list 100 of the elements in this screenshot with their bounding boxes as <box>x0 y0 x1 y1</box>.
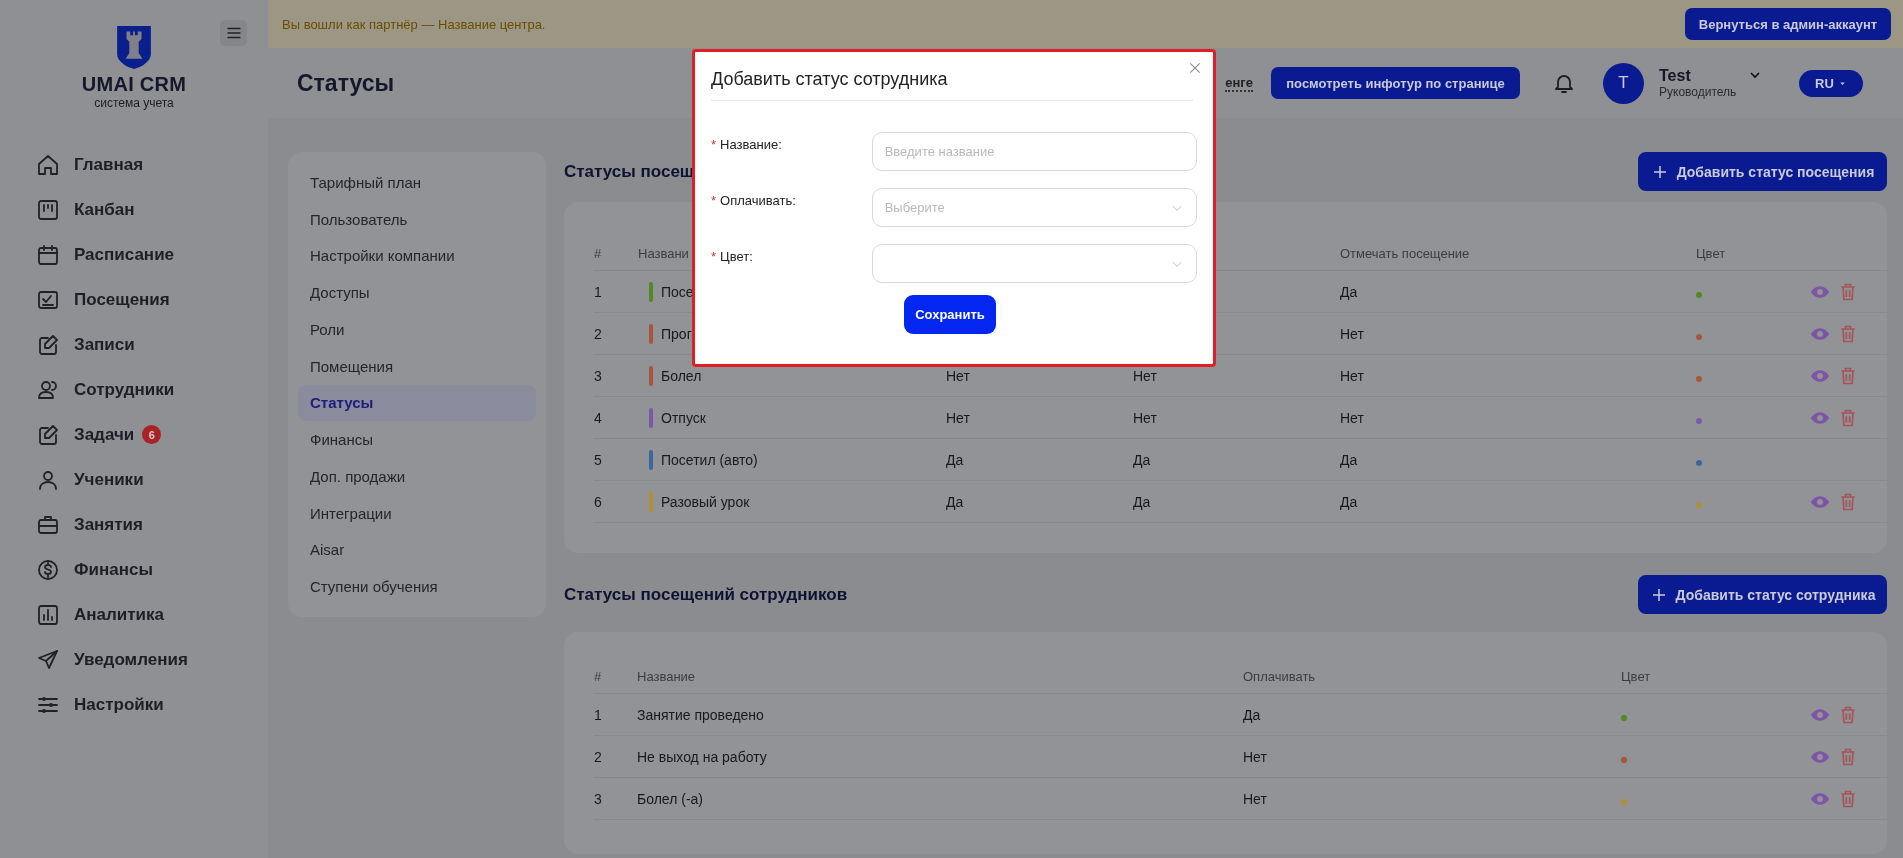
section-title: Статусы посещений сотрудников <box>564 584 848 605</box>
count-badge: 6 <box>142 425 162 444</box>
column-header: # <box>594 245 602 261</box>
field-label: Название: <box>720 137 782 152</box>
column-header: Названи <box>638 245 689 261</box>
settings-menu-item[interactable]: Тарифный план <box>298 164 536 201</box>
nav-item[interactable]: Задачи 6 <box>36 412 268 457</box>
menu-toggle-button[interactable] <box>220 20 247 46</box>
table-cell: Да <box>946 493 964 510</box>
language-button[interactable]: RU <box>1799 69 1863 97</box>
table-cell: 4 <box>594 409 602 426</box>
table-cell: 2 <box>594 325 602 342</box>
column-header: Цвет <box>1621 668 1651 684</box>
table-cell: Посе <box>661 283 694 300</box>
settings-menu-item[interactable]: Пользователь <box>298 200 536 238</box>
select-field[interactable] <box>871 244 1197 283</box>
nav-label: Задачи <box>74 424 135 445</box>
column-header: Оплачивать <box>1243 668 1316 684</box>
nav-label: Расписание <box>74 244 175 265</box>
logo-title: UMAI CRM <box>81 73 187 96</box>
nav-item[interactable]: Уведомления <box>36 637 268 682</box>
table-cell: Нет <box>946 367 970 384</box>
table-cell: Болел <box>661 367 702 384</box>
table-cell: 5 <box>594 451 602 468</box>
column-header: Отмечать посещение <box>1340 245 1470 261</box>
currency-link[interactable]: енге <box>1225 74 1253 92</box>
return-button[interactable]: Вернуться в админ-аккаунт <box>1685 8 1891 40</box>
settings-menu-item[interactable]: Роли <box>298 311 536 348</box>
add-status-button[interactable]: Добавить статус посещения <box>1638 152 1887 191</box>
table-cell: Нет <box>1133 367 1157 384</box>
table-cell: Да <box>1340 451 1358 468</box>
edit-icon <box>36 422 60 447</box>
nav-label: Сотрудники <box>74 379 175 400</box>
logo-icon <box>114 24 154 69</box>
nav-label: Записи <box>74 334 135 355</box>
nav-item[interactable]: Посещения <box>36 277 268 322</box>
nav-label: Канбан <box>74 199 135 220</box>
send-icon <box>36 647 60 672</box>
home-icon <box>36 152 60 177</box>
nav-item[interactable]: Аналитика <box>36 592 268 637</box>
nav-label: Главная <box>74 154 144 175</box>
table-cell: Отпуск <box>661 409 706 426</box>
user-role: Руководитель <box>1659 85 1738 99</box>
nav-item[interactable]: Канбан <box>36 187 268 232</box>
nav-item[interactable]: Главная <box>36 142 268 187</box>
settings-menu-item[interactable]: Доступы <box>298 274 536 311</box>
add-status-button[interactable]: Добавить статус сотрудника <box>1638 575 1887 614</box>
nav-item[interactable]: Сотрудники <box>36 367 268 412</box>
column-header: Цвет <box>1696 245 1726 261</box>
banner-text: Вы вошли как партнёр — Название центра. <box>282 16 546 32</box>
table-cell: Да <box>1340 493 1358 510</box>
nav-item[interactable]: Финансы <box>36 547 268 592</box>
nav-item[interactable]: Занятия <box>36 502 268 547</box>
nav-label: Аналитика <box>74 604 164 625</box>
tour-button[interactable]: посмотреть инфотур по странице <box>1271 67 1520 99</box>
table-cell: Нет <box>946 409 970 426</box>
table-cell: Да <box>1133 493 1151 510</box>
settings-menu-item[interactable]: Финансы <box>298 421 536 458</box>
nav-label: Занятия <box>74 514 143 535</box>
settings-menu-item[interactable]: Доп. продажи <box>298 458 536 495</box>
table-cell: Да <box>1133 451 1151 468</box>
table-cell: Нет <box>1243 790 1267 807</box>
table-cell: Да <box>946 451 964 468</box>
required-mark: * <box>711 193 717 208</box>
table-cell: Да <box>1340 283 1358 300</box>
settings-menu-item[interactable]: Помещения <box>298 347 536 385</box>
table-cell: Не выход на работу <box>637 748 767 765</box>
save-button[interactable]: Сохранить <box>904 295 996 334</box>
table-cell: Занятие проведено <box>637 706 764 723</box>
settings-menu-item[interactable]: Ступени обучения <box>298 568 536 605</box>
table-cell: Разовый урок <box>661 493 750 510</box>
nav-item[interactable]: Ученики <box>36 457 268 502</box>
avatar[interactable]: T <box>1603 62 1644 104</box>
table-cell: 1 <box>594 706 602 723</box>
dollar-icon <box>36 557 60 582</box>
page-title: Статусы <box>297 69 395 97</box>
settings-menu-item[interactable]: Статусы <box>298 384 536 422</box>
settings-menu-item[interactable]: Aisar <box>298 531 536 569</box>
nav-label: Ученики <box>74 469 144 490</box>
table-cell: Нет <box>1133 409 1157 426</box>
nav-item[interactable]: Расписание <box>36 232 268 277</box>
table-cell: 3 <box>594 790 602 807</box>
settings-menu-item[interactable]: Интеграции <box>298 494 536 532</box>
table-cell: Да <box>1243 706 1261 723</box>
edit-icon <box>36 332 60 357</box>
column-header: # <box>594 668 602 684</box>
input-field[interactable]: Введите название <box>871 132 1197 171</box>
nav-label: Посещения <box>74 289 170 310</box>
user-name[interactable]: Test <box>1659 67 1747 85</box>
nav-label: Уведомления <box>74 649 188 670</box>
table-cell: 3 <box>594 367 602 384</box>
nav-item[interactable]: Записи <box>36 322 268 367</box>
table-cell: 6 <box>594 493 602 510</box>
calendar-icon <box>36 242 60 267</box>
nav-label: Финансы <box>74 559 153 580</box>
logo-subtitle: система учета <box>94 96 174 110</box>
table-cell: 2 <box>594 748 602 765</box>
board-icon <box>36 197 60 222</box>
nav-item[interactable]: Настройки <box>36 682 268 727</box>
settings-menu-item[interactable]: Настройки компании <box>298 237 536 275</box>
